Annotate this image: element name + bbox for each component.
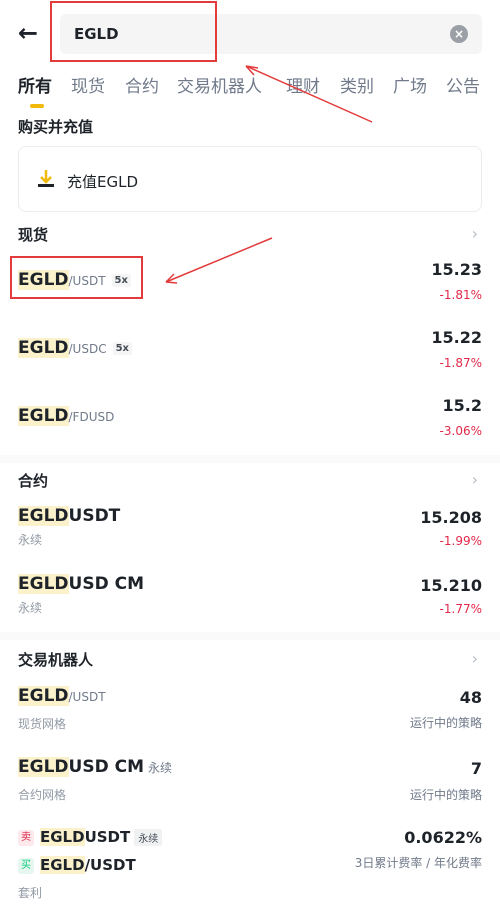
symbol-highlight: EGLD [18, 686, 69, 706]
tab-spot[interactable]: 现货 [71, 72, 105, 97]
bot-row-arbitrage[interactable]: 卖 EGLDUSDT 永续 买 EGLD/USDT 套利 0.0622% 3日累计费率… [0, 826, 500, 904]
strategy-count-label: 运行中的策略 [409, 788, 482, 802]
symbol-rest: /USDT [84, 856, 136, 874]
annotation-box-row [10, 256, 143, 299]
bot-row-spot-grid[interactable]: EGLD/USDT 现货网格 48 运行中的策略 [0, 684, 500, 744]
sell-badge: 卖 [18, 829, 34, 846]
symbol-highlight: EGLD [40, 828, 85, 846]
chevron-right-icon[interactable]: › [472, 224, 478, 243]
symbol-highlight: EGLD [18, 506, 69, 526]
deposit-label: 充值EGLD [67, 173, 139, 191]
futures-row-egldusd-cm[interactable]: EGLDUSD CM 永续 15.210 -1.77% [0, 572, 500, 632]
tab-category[interactable]: 类别 [340, 72, 374, 97]
symbol-highlight: EGLD [40, 856, 85, 874]
clear-icon[interactable]: × [450, 25, 468, 43]
top-bar: ← EGLD × [0, 0, 500, 66]
annotation-box-search [50, 1, 217, 62]
symbol: EGLD/FDUSD [18, 406, 114, 426]
symbol-rest: USDT [68, 506, 121, 526]
change-percent: -1.99% [439, 534, 482, 548]
futures-row-egldusdt[interactable]: EGLDUSDT 永续 15.208 -1.99% [0, 504, 500, 564]
price: 15.210 [420, 576, 482, 595]
bot-row-futures-grid[interactable]: EGLDUSD CM 永续 合约网格 7 运行中的策略 [0, 755, 500, 815]
symbol-quote: /USDC [68, 342, 107, 356]
contract-tag: 永续 [148, 761, 173, 775]
chevron-right-icon[interactable]: › [472, 649, 478, 668]
change-percent: -1.87% [439, 356, 482, 370]
arb-sell-leg: 卖 EGLDUSDT 永续 [18, 828, 163, 846]
strategy-count: 48 [459, 688, 482, 707]
price: 15.2 [442, 396, 482, 415]
category-tabs: 所有 现货 合约 交易机器人 理财 类别 广场 公告 [0, 68, 500, 108]
symbol: EGLD/USDT [18, 686, 106, 706]
spot-row-egld-fdusd[interactable]: EGLD/FDUSD 15.2 -3.06% [0, 396, 500, 456]
tab-square[interactable]: 广场 [393, 72, 427, 97]
section-divider [0, 455, 500, 463]
strategy-count-label: 运行中的策略 [409, 716, 482, 730]
bot-type: 现货网格 [18, 717, 67, 731]
symbol-highlight: EGLD [18, 574, 69, 594]
buy-badge: 买 [18, 857, 34, 874]
chevron-right-icon[interactable]: › [472, 470, 478, 489]
funding-rate: 0.0622% [404, 828, 482, 847]
download-icon [38, 170, 54, 187]
symbol-rest: /USDT [68, 690, 106, 704]
symbol-base: EGLD [18, 338, 69, 358]
symbol-highlight: EGLD [18, 757, 69, 777]
tab-futures[interactable]: 合约 [125, 72, 159, 97]
back-arrow-icon[interactable]: ← [18, 20, 44, 46]
contract-type: 永续 [18, 601, 43, 615]
leverage-badge: 5x [112, 341, 132, 355]
symbol: EGLDUSD CM 永续 [18, 757, 172, 777]
active-tab-indicator [30, 104, 44, 108]
tab-bots[interactable]: 交易机器人 [177, 72, 262, 97]
tab-announcement[interactable]: 公告 [446, 72, 480, 97]
contract-type: 永续 [18, 533, 43, 547]
price: 15.23 [431, 260, 482, 279]
deposit-button[interactable]: 充值EGLD [18, 146, 482, 212]
symbol-quote: /FDUSD [68, 410, 115, 424]
section-title-bots: 交易机器人 [18, 651, 94, 669]
price: 15.208 [420, 508, 482, 527]
symbol-rest: USD CM [68, 574, 144, 594]
spot-row-egld-usdc[interactable]: EGLD/USDC 5x 15.22 -1.87% [0, 328, 500, 388]
symbol-base: EGLD [18, 406, 69, 426]
bot-type: 合约网格 [18, 788, 67, 802]
change-percent: -1.77% [439, 602, 482, 616]
change-percent: -1.81% [439, 288, 482, 302]
tab-earn[interactable]: 理财 [286, 72, 320, 97]
symbol: EGLD/USDC 5x [18, 338, 132, 358]
arb-buy-leg: 买 EGLD/USDT [18, 856, 136, 874]
section-title-spot: 现货 [18, 226, 49, 244]
symbol-rest: USDT [84, 828, 131, 846]
funding-rate-label: 3日累计费率 / 年化费率 [354, 856, 482, 870]
change-percent: -3.06% [439, 424, 482, 438]
symbol-rest: USD CM [68, 757, 144, 777]
tab-all[interactable]: 所有 [18, 72, 52, 97]
symbol: EGLDUSDT [18, 506, 120, 526]
section-title-buy: 购买并充值 [18, 118, 94, 136]
symbol: EGLDUSD CM [18, 574, 144, 594]
section-title-futures: 合约 [18, 472, 49, 490]
section-divider [0, 632, 500, 640]
strategy-count: 7 [470, 759, 482, 778]
price: 15.22 [431, 328, 482, 347]
contract-tag: 永续 [134, 829, 163, 846]
bot-type: 套利 [18, 886, 43, 900]
